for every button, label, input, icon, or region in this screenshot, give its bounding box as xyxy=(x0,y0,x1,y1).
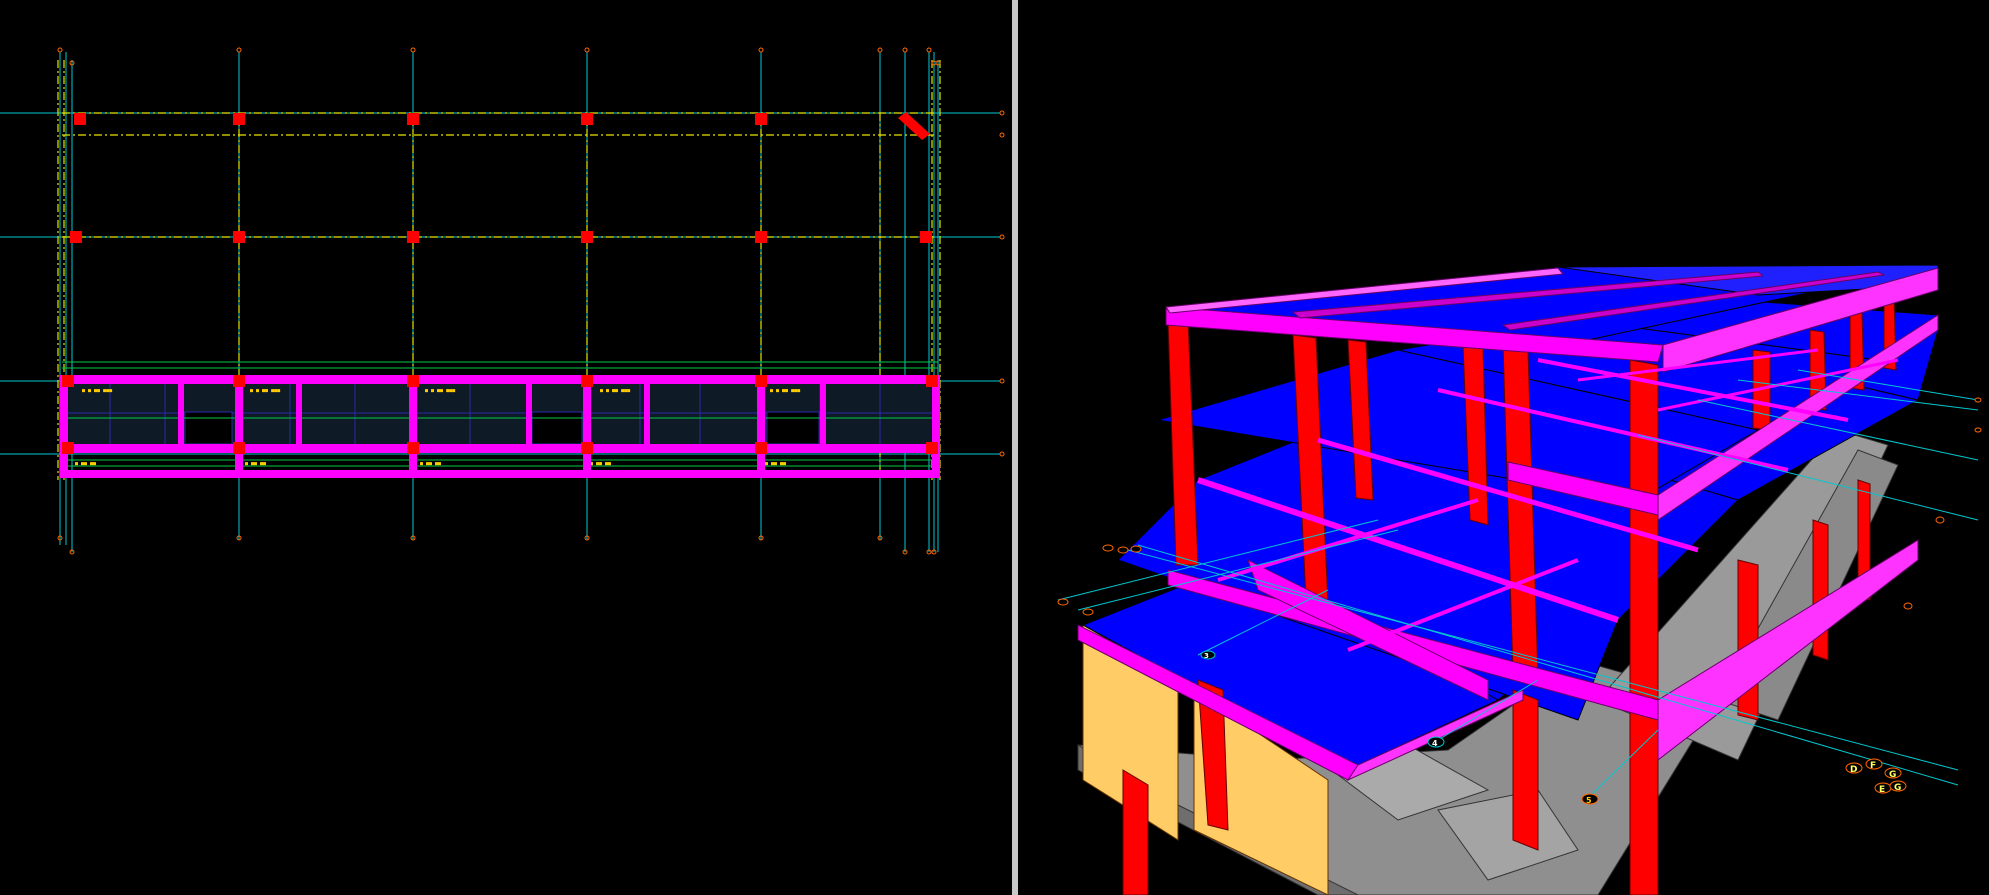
svg-text:■ ■■ ■■: ■ ■■ ■■ xyxy=(765,461,786,467)
plan-column[interactable] xyxy=(74,113,86,125)
svg-text:■ ■ ■■ ■■■: ■ ■ ■■ ■■■ xyxy=(250,388,280,394)
svg-text:■ ■ ■■ ■■■: ■ ■ ■■ ■■■ xyxy=(770,388,800,394)
plan-view-viewport[interactable]: ■ ■ ■■ ■■■ ■ ■ ■■ ■■■ ■ ■ ■■ ■■■ ■ ■ ■■ … xyxy=(0,0,1012,895)
axis-bubbles xyxy=(57,47,1005,555)
plan-column[interactable] xyxy=(62,375,74,387)
plan-column[interactable] xyxy=(407,442,419,454)
plan-drawing[interactable]: ■ ■ ■■ ■■■ ■ ■ ■■ ■■■ ■ ■ ■■ ■■■ ■ ■ ■■ … xyxy=(0,0,1012,895)
plan-column[interactable] xyxy=(233,113,245,125)
plan-column[interactable] xyxy=(581,113,593,125)
plan-column[interactable] xyxy=(233,442,245,454)
plan-column[interactable] xyxy=(755,113,767,125)
plan-column[interactable] xyxy=(581,375,593,387)
plan-column[interactable] xyxy=(581,442,593,454)
plan-column[interactable] xyxy=(755,442,767,454)
plan-column[interactable] xyxy=(926,442,938,454)
plan-column[interactable] xyxy=(233,375,245,387)
diagonal-column[interactable] xyxy=(898,112,930,140)
svg-text:■ ■■ ■■: ■ ■■ ■■ xyxy=(245,461,266,467)
plan-column[interactable] xyxy=(233,231,245,243)
3d-model-drawing[interactable]: 3 4 5 D F G E G xyxy=(1018,0,1989,895)
callout-label: 4 xyxy=(1432,739,1438,748)
callout-label: 3 xyxy=(1204,652,1209,660)
plan-column[interactable] xyxy=(755,231,767,243)
svg-text:■ ■■ ■■: ■ ■■ ■■ xyxy=(75,461,96,467)
plan-column[interactable] xyxy=(581,231,593,243)
plan-column[interactable] xyxy=(407,375,419,387)
svg-text:■ ■ ■■ ■■■: ■ ■ ■■ ■■■ xyxy=(425,388,455,394)
side-label: G xyxy=(1889,770,1896,780)
svg-text:■ ■■ ■■: ■ ■■ ■■ xyxy=(420,461,441,467)
3d-side-labels: D F G E G xyxy=(1845,758,1907,795)
svg-text:■ ■■ ■■: ■ ■■ ■■ xyxy=(590,461,611,467)
svg-text:■ ■ ■■ ■■■: ■ ■ ■■ ■■■ xyxy=(600,388,630,394)
plan-column[interactable] xyxy=(926,375,938,387)
side-label: G xyxy=(1894,783,1901,793)
plan-column[interactable] xyxy=(407,113,419,125)
svg-text:■ ■ ■■ ■■■: ■ ■ ■■ ■■■ xyxy=(82,388,112,394)
plan-column[interactable] xyxy=(62,442,74,454)
plan-column[interactable] xyxy=(755,375,767,387)
side-label: E xyxy=(1879,785,1885,795)
side-label: D xyxy=(1850,765,1857,775)
side-label: F xyxy=(1870,761,1876,771)
plan-column[interactable] xyxy=(407,231,419,243)
3d-view-viewport[interactable]: 3 4 5 D F G E G xyxy=(1018,0,1989,895)
callout-label: 5 xyxy=(1586,796,1592,805)
plan-column[interactable] xyxy=(70,231,82,243)
plan-column[interactable] xyxy=(920,231,932,243)
